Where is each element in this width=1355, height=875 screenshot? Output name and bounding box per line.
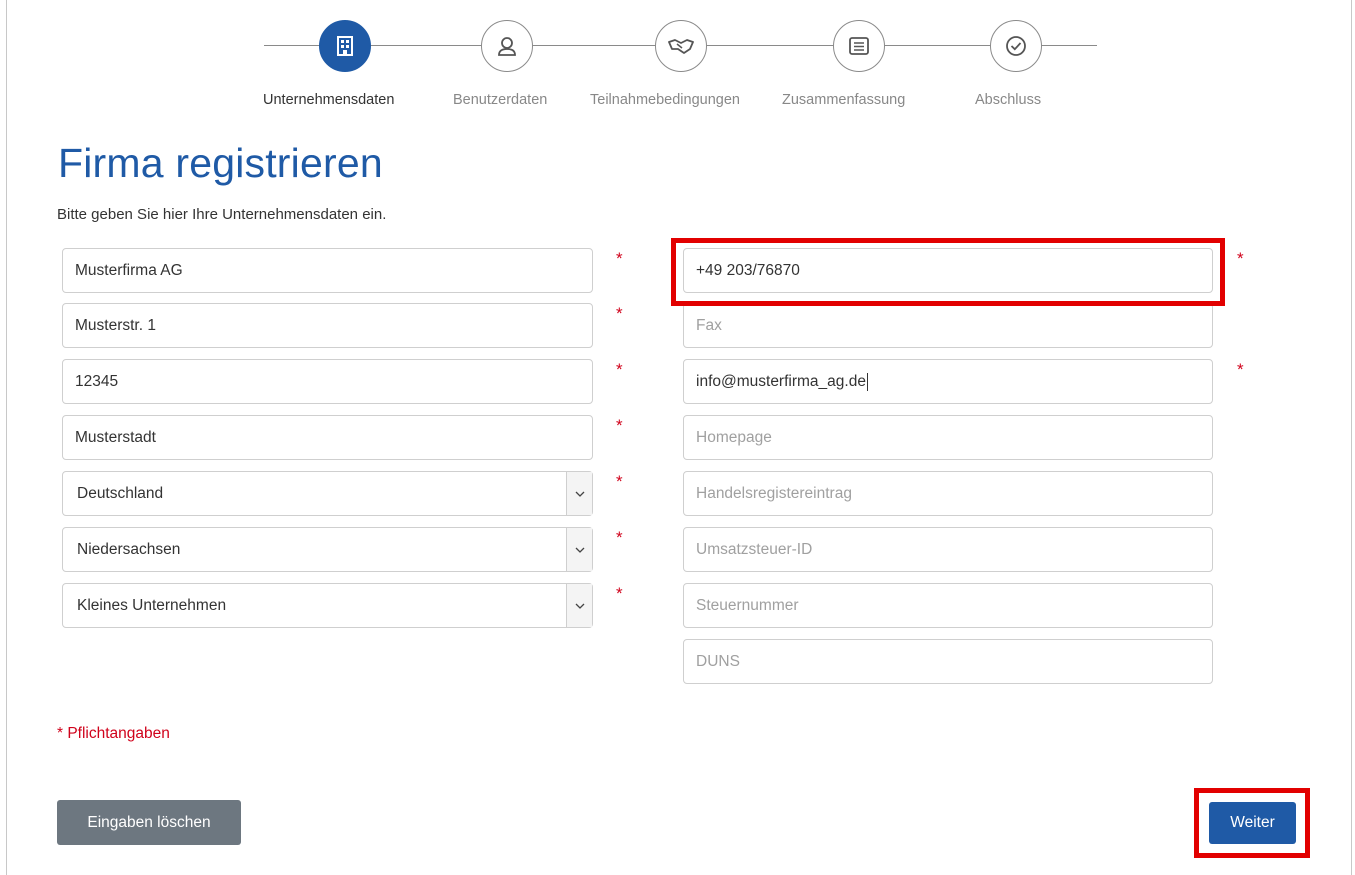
duns-field[interactable] bbox=[683, 639, 1213, 684]
step-zusammenfassung[interactable] bbox=[833, 20, 885, 72]
email-field[interactable]: info@musterfirma_ag.de bbox=[683, 359, 1213, 404]
step-label-benutzerdaten: Benutzerdaten bbox=[453, 92, 548, 108]
list-icon bbox=[849, 37, 869, 55]
chevron-down-icon bbox=[566, 528, 592, 571]
street-field[interactable]: Musterstr. 1 bbox=[62, 303, 593, 348]
required-marker: * bbox=[1237, 360, 1244, 379]
zip-field[interactable]: 12345 bbox=[62, 359, 593, 404]
city-value: Musterstadt bbox=[75, 428, 156, 446]
company-size-select[interactable]: Kleines Unternehmen bbox=[62, 583, 593, 628]
required-marker: * bbox=[616, 360, 623, 379]
street-value: Musterstr. 1 bbox=[75, 316, 156, 334]
tax-number-field[interactable] bbox=[683, 583, 1213, 628]
check-circle-icon bbox=[1006, 36, 1026, 56]
step-label-abschluss: Abschluss bbox=[975, 92, 1042, 108]
next-button[interactable]: Weiter bbox=[1209, 802, 1296, 844]
required-marker: * bbox=[616, 472, 623, 491]
chevron-down-icon bbox=[566, 472, 592, 515]
company-name-field[interactable]: Musterfirma AG bbox=[62, 248, 593, 293]
required-marker: * bbox=[616, 528, 623, 547]
handshake-icon bbox=[668, 39, 694, 54]
chevron-down-icon bbox=[566, 584, 592, 627]
step-teilnahmebedingungen[interactable] bbox=[655, 20, 707, 72]
vat-id-field[interactable] bbox=[683, 527, 1213, 572]
step-benutzerdaten[interactable] bbox=[481, 20, 533, 72]
clear-inputs-button[interactable]: Eingaben löschen bbox=[57, 800, 241, 845]
company-name-value: Musterfirma AG bbox=[75, 261, 183, 279]
country-value: Deutschland bbox=[77, 484, 164, 502]
text-cursor bbox=[866, 372, 868, 391]
page-subtitle: Bitte geben Sie hier Ihre Unternehmensda… bbox=[57, 206, 387, 223]
country-select[interactable]: Deutschland bbox=[62, 471, 593, 516]
trade-register-field[interactable] bbox=[683, 471, 1213, 516]
state-value: Niedersachsen bbox=[77, 540, 181, 558]
step-abschluss[interactable] bbox=[990, 20, 1042, 72]
phone-field-highlight bbox=[671, 238, 1225, 306]
required-marker: * bbox=[1237, 249, 1244, 268]
required-marker: * bbox=[616, 249, 623, 268]
state-select[interactable]: Niedersachsen bbox=[62, 527, 593, 572]
step-unternehmensdaten[interactable] bbox=[319, 20, 371, 72]
user-icon bbox=[498, 37, 516, 56]
required-marker: * bbox=[616, 584, 623, 603]
step-label-unternehmensdaten: Unternehmensdaten bbox=[263, 92, 395, 108]
required-marker: * bbox=[616, 304, 623, 323]
step-label-teilnahmebedingungen: Teilnahmebedingungen bbox=[590, 92, 740, 108]
building-icon bbox=[337, 36, 353, 56]
page-title: Firma registrieren bbox=[58, 140, 383, 186]
step-label-zusammenfassung: Zusammenfassung bbox=[782, 92, 906, 108]
required-marker: * bbox=[616, 416, 623, 435]
city-field[interactable]: Musterstadt bbox=[62, 415, 593, 460]
zip-value: 12345 bbox=[75, 372, 119, 390]
company-size-value: Kleines Unternehmen bbox=[77, 596, 227, 614]
email-value: info@musterfirma_ag.de bbox=[696, 372, 866, 390]
homepage-field[interactable] bbox=[683, 415, 1213, 460]
required-note: * Pflichtangaben bbox=[57, 725, 170, 742]
fax-field[interactable] bbox=[683, 303, 1213, 348]
